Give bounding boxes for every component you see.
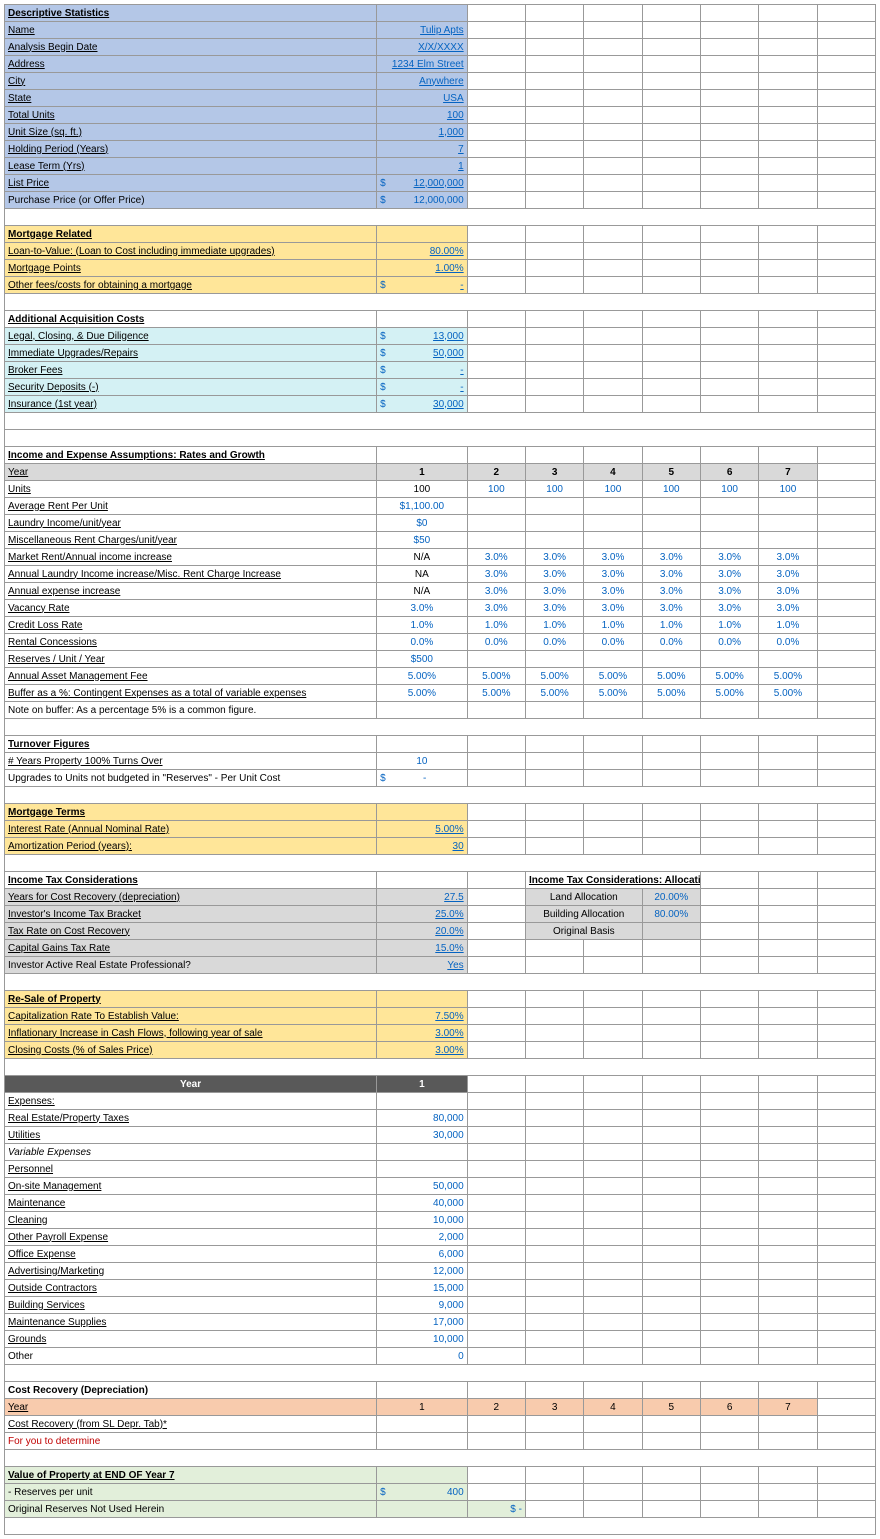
desc-header: Descriptive Statistics: [5, 5, 377, 22]
valprop-header: Value of Property at END OF Year 7: [5, 1467, 377, 1484]
mortgage-header: Mortgage Related: [5, 226, 377, 243]
resale-header: Re-Sale of Property: [5, 991, 377, 1008]
desc-name-val[interactable]: Tulip Apts: [377, 22, 468, 39]
income-header: Income and Expense Assumptions: Rates an…: [5, 447, 377, 464]
spreadsheet: Descriptive Statistics NameTulip Apts An…: [4, 4, 876, 1535]
tax-header: Income Tax Considerations: [5, 872, 377, 889]
cr-header: Cost Recovery (Depreciation): [5, 1382, 377, 1399]
turnover-header: Turnover Figures: [5, 736, 377, 753]
acq-header: Additional Acquisition Costs: [5, 311, 377, 328]
mterms-header: Mortgage Terms: [5, 804, 377, 821]
desc-name-label: Name: [5, 22, 377, 39]
